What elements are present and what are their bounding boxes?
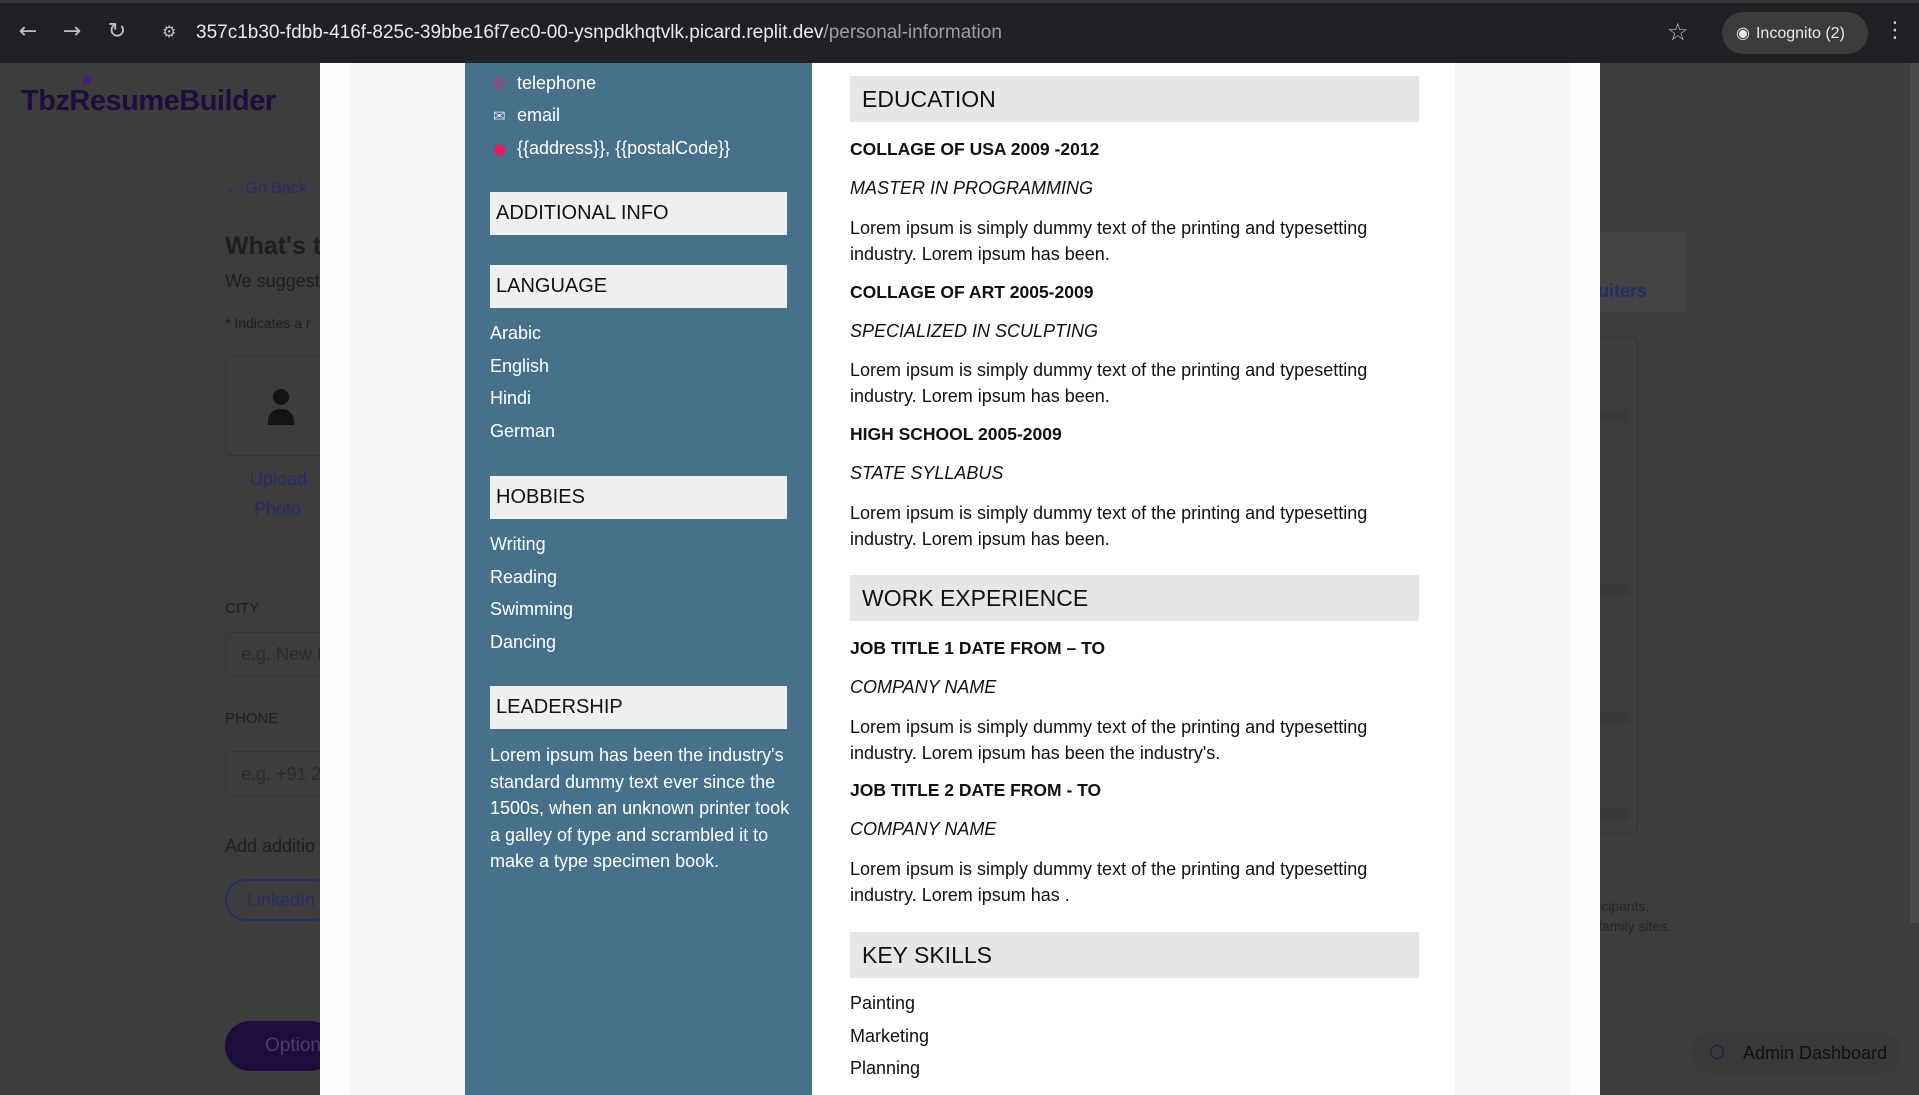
go-back-link[interactable]: ← Go Back bbox=[225, 180, 307, 198]
skill-item: Planning bbox=[850, 1058, 921, 1078]
add-additional-text: Add additio bbox=[225, 836, 316, 856]
resume-main: EDUCATION COLLAGE OF USA 2009 -2012 MAST… bbox=[812, 63, 1455, 1095]
language-heading: LANGUAGE bbox=[490, 265, 787, 308]
resume-sidebar: ✆ telephone ✉ email ● {{address}}, {{postal… bbox=[465, 63, 812, 1095]
address-text: {{address}}, {{postalCode}} bbox=[517, 138, 731, 158]
shield-icon: ⬡ bbox=[1709, 1042, 1725, 1063]
education-school: HIGH SCHOOL 2005-2009 bbox=[850, 424, 1062, 444]
incognito-icon: ◉ bbox=[1736, 23, 1750, 42]
leadership-heading: LEADERSHIP bbox=[490, 686, 787, 729]
optional-button[interactable]: Option bbox=[225, 1021, 335, 1071]
work-experience-heading: WORK EXPERIENCE bbox=[850, 575, 1419, 621]
contact-email: ✉ email bbox=[493, 105, 560, 126]
hobby-item: Reading bbox=[490, 567, 558, 587]
company-name: COMPANY NAME bbox=[850, 677, 997, 697]
phone-placeholder: e.g. +91 2 bbox=[241, 764, 322, 784]
tab-strip bbox=[0, 0, 1919, 3]
recruiters-text[interactable]: uiters bbox=[1598, 281, 1647, 302]
job-desc: Lorem ipsum is simply dummy text of the … bbox=[850, 859, 1368, 905]
job-desc: Lorem ipsum is simply dummy text of the … bbox=[850, 717, 1368, 763]
education-degree: SPECIALIZED IN SCULPTING bbox=[850, 321, 1099, 341]
linkedin-button[interactable]: LinkedIn bbox=[225, 879, 335, 921]
contact-telephone: ✆ telephone bbox=[493, 73, 596, 94]
suggest-text: We suggest bbox=[225, 271, 320, 291]
envelope-icon: ✉ bbox=[493, 107, 506, 125]
hobby-item: Swimming bbox=[490, 599, 574, 619]
telephone-text: telephone bbox=[517, 73, 597, 93]
incognito-button[interactable]: ◉ Incognito (2) bbox=[1722, 12, 1868, 54]
contact-address: ● {{address}}, {{postalCode}} bbox=[493, 138, 730, 159]
url-text[interactable]: 357c1b30-fdbb-416f-825c-39bbe16f7ec0-00-… bbox=[196, 22, 1002, 44]
person-icon bbox=[268, 389, 294, 429]
admin-dashboard-button[interactable]: ⬡ Admin Dashboard bbox=[1691, 1032, 1900, 1074]
reload-icon[interactable]: ↻ bbox=[103, 18, 131, 46]
admin-dashboard-label: Admin Dashboard bbox=[1743, 1043, 1888, 1063]
education-desc: Lorem ipsum is simply dummy text of the … bbox=[850, 218, 1368, 264]
job-title: JOB TITLE 2 DATE FROM - TO bbox=[850, 780, 1102, 800]
go-back-label: Go Back bbox=[245, 180, 307, 197]
job-title: JOB TITLE 1 DATE FROM – TO bbox=[850, 638, 1106, 658]
education-desc: Lorem ipsum is simply dummy text of the … bbox=[850, 503, 1368, 549]
arrow-left-icon: ← bbox=[225, 180, 246, 197]
logo[interactable]: TbzResumeBuilder bbox=[21, 85, 276, 118]
site-settings-icon[interactable]: ⚙ bbox=[162, 22, 184, 44]
city-placeholder: e.g. New D bbox=[241, 644, 331, 664]
city-label: CITY bbox=[225, 600, 260, 617]
participants-text-line1: icipants, bbox=[1598, 898, 1650, 914]
skill-item: Painting bbox=[850, 993, 916, 1013]
company-name: COMPANY NAME bbox=[850, 819, 997, 839]
phone-label: PHONE bbox=[225, 710, 279, 727]
upload-photo-link-line1[interactable]: Upload bbox=[250, 469, 307, 490]
bookmark-star-icon[interactable]: ☆ bbox=[1667, 18, 1689, 46]
hobbies-heading: HOBBIES bbox=[490, 476, 787, 519]
logo-dot bbox=[82, 76, 91, 85]
language-item: English bbox=[490, 356, 550, 376]
education-heading: EDUCATION bbox=[850, 76, 1419, 122]
education-desc: Lorem ipsum is simply dummy text of the … bbox=[850, 360, 1368, 406]
language-item: Hindi bbox=[490, 388, 532, 408]
language-item: Arabic bbox=[490, 323, 542, 343]
url-host: 357c1b30-fdbb-416f-825c-39bbe16f7ec0-00-… bbox=[196, 22, 824, 43]
email-text: email bbox=[517, 105, 561, 125]
education-degree: STATE SYLLABUS bbox=[850, 463, 1004, 483]
url-path: /personal-information bbox=[823, 22, 1002, 43]
additional-info-heading: ADDITIONAL INFO bbox=[490, 192, 787, 235]
forward-arrow-icon[interactable]: → bbox=[58, 18, 86, 46]
browser-toolbar: ← → ↻ ⚙ 357c1b30-fdbb-416f-825c-39bbe16f… bbox=[0, 0, 1919, 63]
incognito-label: Incognito (2) bbox=[1755, 25, 1845, 42]
education-degree: MASTER IN PROGRAMMING bbox=[850, 178, 1094, 198]
upload-photo-link-line2[interactable]: Photo bbox=[254, 499, 301, 520]
resume-preview: ✆ telephone ✉ email ● {{address}}, {{postal… bbox=[465, 63, 1455, 1095]
required-note: * Indicates a r bbox=[225, 315, 311, 331]
leadership-text: Lorem ipsum has been the industry's stan… bbox=[490, 745, 790, 871]
page-heading: What's t bbox=[225, 232, 322, 260]
hobby-item: Writing bbox=[490, 534, 546, 554]
language-item: German bbox=[490, 421, 556, 441]
phone-icon: ✆ bbox=[493, 75, 506, 93]
photo-placeholder[interactable] bbox=[225, 356, 325, 456]
back-arrow-icon[interactable]: ← bbox=[14, 18, 42, 46]
education-school: COLLAGE OF ART 2005-2009 bbox=[850, 282, 1094, 302]
key-skills-heading: KEY SKILLS bbox=[850, 932, 1419, 978]
participants-text-line2: family sites. bbox=[1598, 918, 1672, 934]
pin-icon: ● bbox=[493, 140, 507, 158]
skill-item: Marketing bbox=[850, 1026, 930, 1046]
hobby-item: Dancing bbox=[490, 632, 557, 652]
page-scrollbar[interactable] bbox=[1910, 63, 1919, 923]
education-school: COLLAGE OF USA 2009 -2012 bbox=[850, 139, 1100, 159]
more-menu-icon[interactable]: ⋮ bbox=[1884, 18, 1906, 43]
